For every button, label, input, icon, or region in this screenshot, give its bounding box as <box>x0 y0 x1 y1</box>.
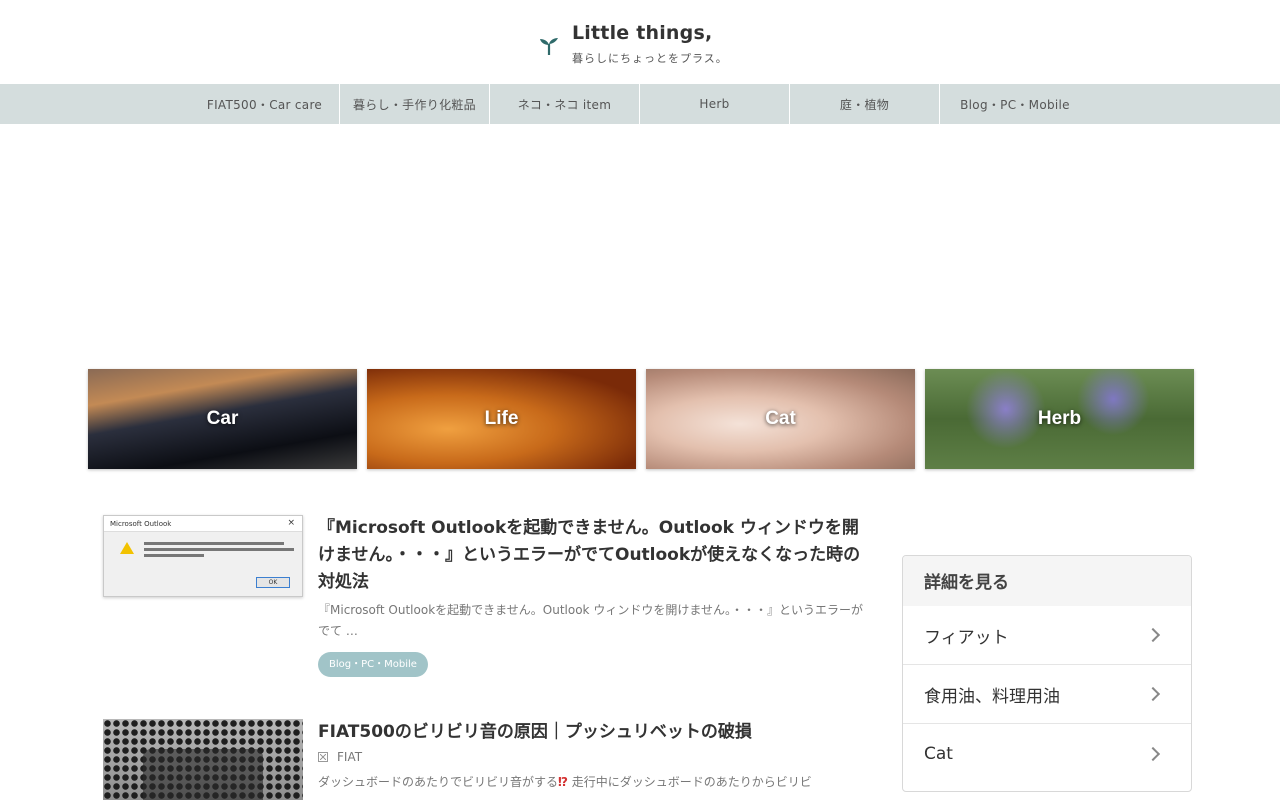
tile-herb-label: Herb <box>1037 408 1082 429</box>
site-brand[interactable]: Little things, 暮らしにちょっとをプラス。 <box>538 20 728 66</box>
widget-item-label: 食用油、料理用油 <box>924 686 1060 707</box>
close-icon: × <box>287 518 295 528</box>
sprout-icon <box>540 38 558 55</box>
widget-item-cooking-oil[interactable]: 食用油、料理用油 <box>903 665 1191 724</box>
post-excerpt-text: ダッシュボードのあたりでビリビリ音がする <box>318 775 559 789</box>
widget-item-fiat[interactable]: フィアット <box>903 606 1191 665</box>
post-thumbnail[interactable]: Microsoft Outlook × OK <box>103 515 303 597</box>
dialog-title: Microsoft Outlook <box>110 520 172 528</box>
post-title[interactable]: 『Microsoft Outlookを起動できません。Outlook ウィンドウ… <box>318 515 863 596</box>
nav-item-life[interactable]: 暮らし・手作り化粧品 <box>340 84 490 124</box>
folder-icon <box>318 752 328 762</box>
tile-cat[interactable]: Cat <box>646 369 915 469</box>
chevron-right-icon <box>1145 746 1161 761</box>
nav-item-herb[interactable]: Herb <box>640 84 790 124</box>
tile-car-label: Car <box>206 408 239 429</box>
widget-heading: 詳細を見る <box>903 556 1191 606</box>
nav-item-fiat500[interactable]: FIAT500・Car care <box>190 84 340 124</box>
tile-cat-label: Cat <box>765 408 796 429</box>
post-body: FIAT500のビリビリ音の原因｜プッシュリベットの破損 FIAT ダッシュボー… <box>318 719 863 800</box>
dialog-ok-button: OK <box>256 577 290 588</box>
global-nav: FIAT500・Car care 暮らし・手作り化粧品 ネコ・ネコ item H… <box>0 84 1280 124</box>
tile-herb[interactable]: Herb <box>925 369 1194 469</box>
post-thumbnail[interactable] <box>103 719 303 800</box>
nav-item-cat[interactable]: ネコ・ネコ item <box>490 84 640 124</box>
chevron-right-icon <box>1145 686 1161 702</box>
chevron-right-icon <box>1145 627 1161 643</box>
post-card: FIAT500のビリビリ音の原因｜プッシュリベットの破損 FIAT ダッシュボー… <box>103 719 863 800</box>
nav-item-garden[interactable]: 庭・植物 <box>790 84 940 124</box>
site-header: Little things, 暮らしにちょっとをプラス。 <box>0 0 1280 84</box>
sidebar-widget: 詳細を見る フィアット 食用油、料理用油 Cat <box>902 555 1192 792</box>
category-tiles: Car Life Cat Herb <box>88 369 1194 469</box>
tile-life[interactable]: Life <box>367 369 636 469</box>
post-excerpt: ダッシュボードのあたりでビリビリ音がする⁉ 走行中にダッシュボードのあたりからビ… <box>318 772 863 793</box>
post-category[interactable]: FIAT <box>337 750 362 764</box>
site-tagline: 暮らしにちょっとをプラス。 <box>572 52 728 65</box>
site-title[interactable]: Little things, <box>572 20 728 46</box>
post-category-tag[interactable]: Blog・PC・Mobile <box>318 652 428 677</box>
dialog-text-lines <box>144 542 294 560</box>
exclamation-question-icon: ⁉ <box>558 775 568 789</box>
post-meta: FIAT <box>318 750 863 764</box>
nav-item-blog[interactable]: Blog・PC・Mobile <box>940 84 1090 124</box>
post-excerpt-text: 走行中にダッシュボードのあたりからビリビ <box>567 775 812 789</box>
widget-item-label: Cat <box>924 743 953 764</box>
post-card: Microsoft Outlook × OK 『Microsoft Outloo… <box>103 515 863 677</box>
dialog-body <box>120 542 294 560</box>
post-body: 『Microsoft Outlookを起動できません。Outlook ウィンドウ… <box>318 515 863 677</box>
tile-life-label: Life <box>484 408 519 429</box>
dialog-title-bar: Microsoft Outlook × <box>104 516 302 532</box>
widget-item-label: フィアット <box>924 627 1009 648</box>
post-title[interactable]: FIAT500のビリビリ音の原因｜プッシュリベットの破損 <box>318 719 863 746</box>
widget-item-cat[interactable]: Cat <box>903 724 1191 783</box>
tile-car[interactable]: Car <box>88 369 357 469</box>
warning-icon <box>120 542 134 554</box>
post-excerpt: 『Microsoft Outlookを起動できません。Outlook ウィンドウ… <box>318 603 863 638</box>
